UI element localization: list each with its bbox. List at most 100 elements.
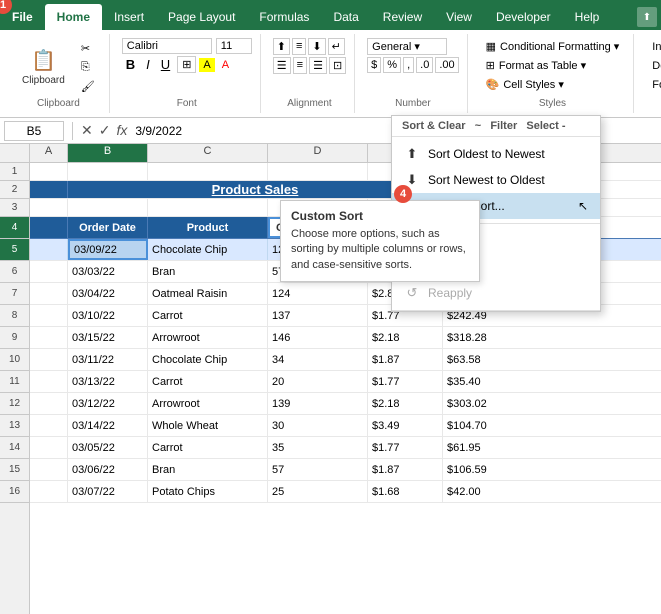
cell-a3[interactable]: [30, 199, 68, 216]
cell-a7[interactable]: [30, 283, 68, 304]
percent-button[interactable]: %: [383, 57, 401, 73]
cell-d5[interactable]: 125: [268, 239, 368, 260]
cell-c12[interactable]: Arrowroot: [148, 393, 268, 414]
cell-d7[interactable]: 124: [268, 283, 368, 304]
cell-f12[interactable]: $303.02: [443, 393, 661, 414]
confirm-formula-icon[interactable]: ✓: [99, 122, 111, 139]
cell-a4[interactable]: [30, 217, 68, 238]
delete-cells-button[interactable]: Delete ▾: [646, 57, 661, 74]
cell-e14[interactable]: $1.77: [368, 437, 443, 458]
tab-pagelayout[interactable]: Page Layout: [156, 4, 247, 30]
align-left-button[interactable]: ☰: [273, 57, 291, 74]
ribbon-collapse-btn[interactable]: ⬆: [637, 7, 657, 27]
cell-b9[interactable]: 03/15/22: [68, 327, 148, 348]
filter-item[interactable]: ⊻ Filter: [392, 228, 600, 254]
header-product[interactable]: Product: [148, 217, 268, 238]
reapply-item[interactable]: ↺ Reapply: [392, 280, 600, 306]
cell-e15[interactable]: $1.87: [368, 459, 443, 480]
cell-d11[interactable]: 20: [268, 371, 368, 392]
cell-f16[interactable]: $42.00: [443, 481, 661, 502]
fill-color-button[interactable]: A: [199, 58, 214, 72]
align-top-button[interactable]: ⬆: [273, 38, 290, 55]
cell-b5[interactable]: 03/09/22: [68, 239, 148, 260]
cell-b11[interactable]: 03/13/22: [68, 371, 148, 392]
cell-a8[interactable]: [30, 305, 68, 326]
cell-a9[interactable]: [30, 327, 68, 348]
number-format-select[interactable]: General ▾: [367, 38, 447, 55]
tab-data[interactable]: Data: [321, 4, 370, 30]
cell-a6[interactable]: [30, 261, 68, 282]
cell-d12[interactable]: 139: [268, 393, 368, 414]
cut-button[interactable]: ✂: [75, 40, 101, 57]
align-center-button[interactable]: ≡: [293, 57, 307, 74]
cell-d10[interactable]: 34: [268, 349, 368, 370]
decrease-decimal-button[interactable]: .0: [416, 57, 433, 73]
title-cell[interactable]: Product Sales: [68, 181, 443, 198]
tab-view[interactable]: View: [434, 4, 484, 30]
merge-center-button[interactable]: ⊡: [329, 57, 346, 74]
cell-d14[interactable]: 35: [268, 437, 368, 458]
cell-f10[interactable]: $63.58: [443, 349, 661, 370]
clear-item[interactable]: ✕ Clear: [392, 254, 600, 280]
table-row[interactable]: 03/07/22 Potato Chips 25 $1.68 $42.00: [30, 481, 661, 503]
border-button[interactable]: ⊞: [177, 56, 196, 73]
cell-b1[interactable]: [68, 163, 148, 180]
table-row[interactable]: 03/11/22 Chocolate Chip 34 $1.87 $63.58: [30, 349, 661, 371]
insert-function-icon[interactable]: fx: [116, 122, 127, 139]
cell-c14[interactable]: Carrot: [148, 437, 268, 458]
cell-e12[interactable]: $2.18: [368, 393, 443, 414]
cell-c1[interactable]: [148, 163, 268, 180]
table-row[interactable]: 03/13/22 Carrot 20 $1.77 $35.40: [30, 371, 661, 393]
cell-c13[interactable]: Whole Wheat: [148, 415, 268, 436]
cell-c5[interactable]: Chocolate Chip: [148, 239, 268, 260]
cell-e16[interactable]: $1.68: [368, 481, 443, 502]
col-header-a[interactable]: A: [30, 144, 68, 162]
cell-c6[interactable]: Bran: [148, 261, 268, 282]
table-row[interactable]: 03/15/22 Arrowroot 146 $2.18 $318.28: [30, 327, 661, 349]
cancel-formula-icon[interactable]: ✕: [81, 122, 93, 139]
format-cells-button[interactable]: Format ▾: [646, 76, 661, 93]
cell-b7[interactable]: 03/04/22: [68, 283, 148, 304]
conditional-formatting-button[interactable]: ▦ Conditional Formatting ▾: [480, 38, 626, 55]
tab-formulas[interactable]: Formulas: [247, 4, 321, 30]
cell-c15[interactable]: Bran: [148, 459, 268, 480]
font-color-button[interactable]: A: [218, 58, 233, 72]
paste-button[interactable]: 📋 Clipboard: [16, 44, 71, 90]
cell-d8[interactable]: 137: [268, 305, 368, 326]
underline-button[interactable]: U: [157, 56, 174, 73]
cell-d9[interactable]: 146: [268, 327, 368, 348]
cell-d6[interactable]: 57: [268, 261, 368, 282]
cell-f14[interactable]: $61.95: [443, 437, 661, 458]
cell-d15[interactable]: 57: [268, 459, 368, 480]
align-middle-button[interactable]: ≡: [292, 38, 306, 55]
cell-b14[interactable]: 03/05/22: [68, 437, 148, 458]
col-header-b[interactable]: B: [68, 144, 148, 162]
font-size-select[interactable]: 11: [216, 38, 252, 54]
cell-e11[interactable]: $1.77: [368, 371, 443, 392]
sort-newest-item[interactable]: ⬇ Sort Newest to Oldest: [392, 167, 600, 193]
cell-b13[interactable]: 03/14/22: [68, 415, 148, 436]
cell-a15[interactable]: [30, 459, 68, 480]
col-header-c[interactable]: C: [148, 144, 268, 162]
table-row[interactable]: 03/14/22 Whole Wheat 30 $3.49 $104.70: [30, 415, 661, 437]
insert-cells-button[interactable]: Insert ▾: [646, 38, 661, 55]
cell-a12[interactable]: [30, 393, 68, 414]
cell-b8[interactable]: 03/10/22: [68, 305, 148, 326]
cell-reference-input[interactable]: [4, 121, 64, 141]
cell-a1[interactable]: [30, 163, 68, 180]
cell-d3[interactable]: [268, 199, 368, 216]
cell-a13[interactable]: [30, 415, 68, 436]
cell-d13[interactable]: 30: [268, 415, 368, 436]
cell-d16[interactable]: 25: [268, 481, 368, 502]
header-order-date[interactable]: Order Date: [68, 217, 148, 238]
tab-review[interactable]: Review: [371, 4, 434, 30]
comma-button[interactable]: ,: [403, 57, 414, 73]
cell-a10[interactable]: [30, 349, 68, 370]
cell-c3[interactable]: [148, 199, 268, 216]
tab-insert[interactable]: Insert: [102, 4, 156, 30]
cell-styles-button[interactable]: 🎨 Cell Styles ▾: [480, 76, 570, 93]
tab-developer[interactable]: Developer: [484, 4, 563, 30]
tab-help[interactable]: Help: [563, 4, 612, 30]
table-row[interactable]: 03/06/22 Bran 57 $1.87 $106.59: [30, 459, 661, 481]
cell-f13[interactable]: $104.70: [443, 415, 661, 436]
